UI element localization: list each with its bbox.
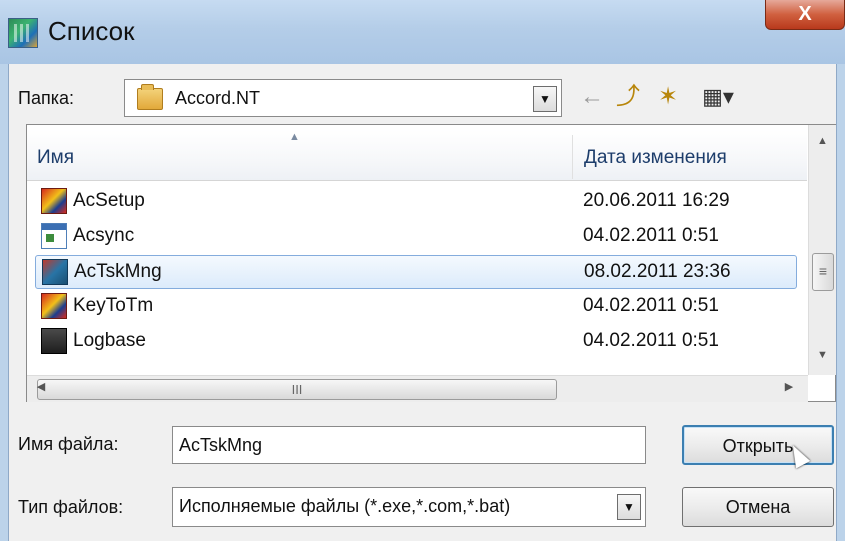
folder-icon <box>137 84 163 110</box>
window-title: Список <box>48 16 135 46</box>
vertical-scrollbar[interactable]: ▲ ≡ ▼ <box>808 125 836 375</box>
folder-label: Папка: <box>18 88 74 108</box>
folder-up-icon[interactable]: ⤴ <box>614 82 642 112</box>
filename-input[interactable]: AcTskMng <box>172 426 646 464</box>
filetype-select[interactable]: Исполняемые файлы (*.exe,*.com,*.bat) ▼ <box>172 487 646 527</box>
filetype-value: Исполняемые файлы (*.exe,*.com,*.bat) <box>179 496 511 516</box>
file-date: 20.06.2011 16:29 <box>583 190 730 211</box>
window-app-icon <box>41 223 67 249</box>
installer-icon <box>41 188 67 214</box>
task-manager-icon <box>42 259 68 285</box>
file-name: Logbase <box>73 330 146 351</box>
new-folder-icon[interactable]: ✶ <box>652 82 684 112</box>
filetype-label: Тип файлов: <box>18 497 124 517</box>
back-arrow-icon[interactable]: ← <box>580 82 604 112</box>
cancel-button[interactable]: Отмена <box>682 487 834 527</box>
title-bar[interactable]: Список X <box>0 0 845 64</box>
file-date: 08.02.2011 23:36 <box>584 261 731 282</box>
vertical-scroll-thumb[interactable]: ≡ <box>812 253 834 291</box>
scroll-down-icon[interactable]: ▼ <box>809 349 836 369</box>
list-item[interactable]: KeyToTm 04.02.2011 0:51 <box>35 290 797 324</box>
sort-ascending-icon: ▲ <box>289 131 300 143</box>
open-button[interactable]: Открыть <box>682 425 834 465</box>
file-name: AcSetup <box>73 190 145 211</box>
folder-value: Accord.NT <box>175 88 261 108</box>
column-divider[interactable] <box>572 135 573 179</box>
chevron-down-icon[interactable]: ▼ <box>533 86 557 112</box>
file-date: 04.02.2011 0:51 <box>583 330 719 351</box>
scroll-left-icon[interactable]: ◀ <box>31 380 51 398</box>
file-list[interactable]: ▲ Имя Дата изменения AcSetup 20.06.2011 … <box>26 124 836 402</box>
list-item[interactable]: Logbase 04.02.2011 0:51 <box>35 325 797 359</box>
file-date: 04.02.2011 0:51 <box>583 295 719 316</box>
column-header-date[interactable]: Дата изменения <box>584 147 727 169</box>
chevron-down-icon[interactable]: ▼ <box>617 494 641 520</box>
file-name: Acsync <box>73 225 135 246</box>
list-item-selected[interactable]: AcTskMng 08.02.2011 23:36 <box>35 255 797 289</box>
scroll-right-icon[interactable]: ▶ <box>779 380 799 398</box>
close-button[interactable]: X <box>765 0 845 30</box>
log-database-icon <box>41 328 67 354</box>
list-header: ▲ Имя Дата изменения <box>27 129 807 181</box>
file-name: KeyToTm <box>73 295 154 316</box>
file-dialog-window: Список X Папка: Accord.NT ▼ ← ⤴ ✶ ▦▾ ▲ И… <box>0 0 845 541</box>
horizontal-scroll-thumb[interactable]: III <box>37 379 557 400</box>
horizontal-scrollbar[interactable]: III ◀ ▶ <box>27 375 808 402</box>
list-item[interactable]: Acsync 04.02.2011 0:51 <box>35 220 797 254</box>
column-header-name[interactable]: Имя <box>37 147 74 169</box>
app-icon <box>8 18 38 48</box>
filename-label: Имя файла: <box>18 434 119 454</box>
folder-select[interactable]: Accord.NT ▼ <box>124 79 562 117</box>
view-menu-icon[interactable]: ▦▾ <box>694 82 742 112</box>
list-item[interactable]: AcSetup 20.06.2011 16:29 <box>35 185 797 219</box>
scroll-up-icon[interactable]: ▲ <box>809 135 836 155</box>
installer-icon <box>41 293 67 319</box>
file-date: 04.02.2011 0:51 <box>583 225 719 246</box>
file-name: AcTskMng <box>74 261 162 282</box>
